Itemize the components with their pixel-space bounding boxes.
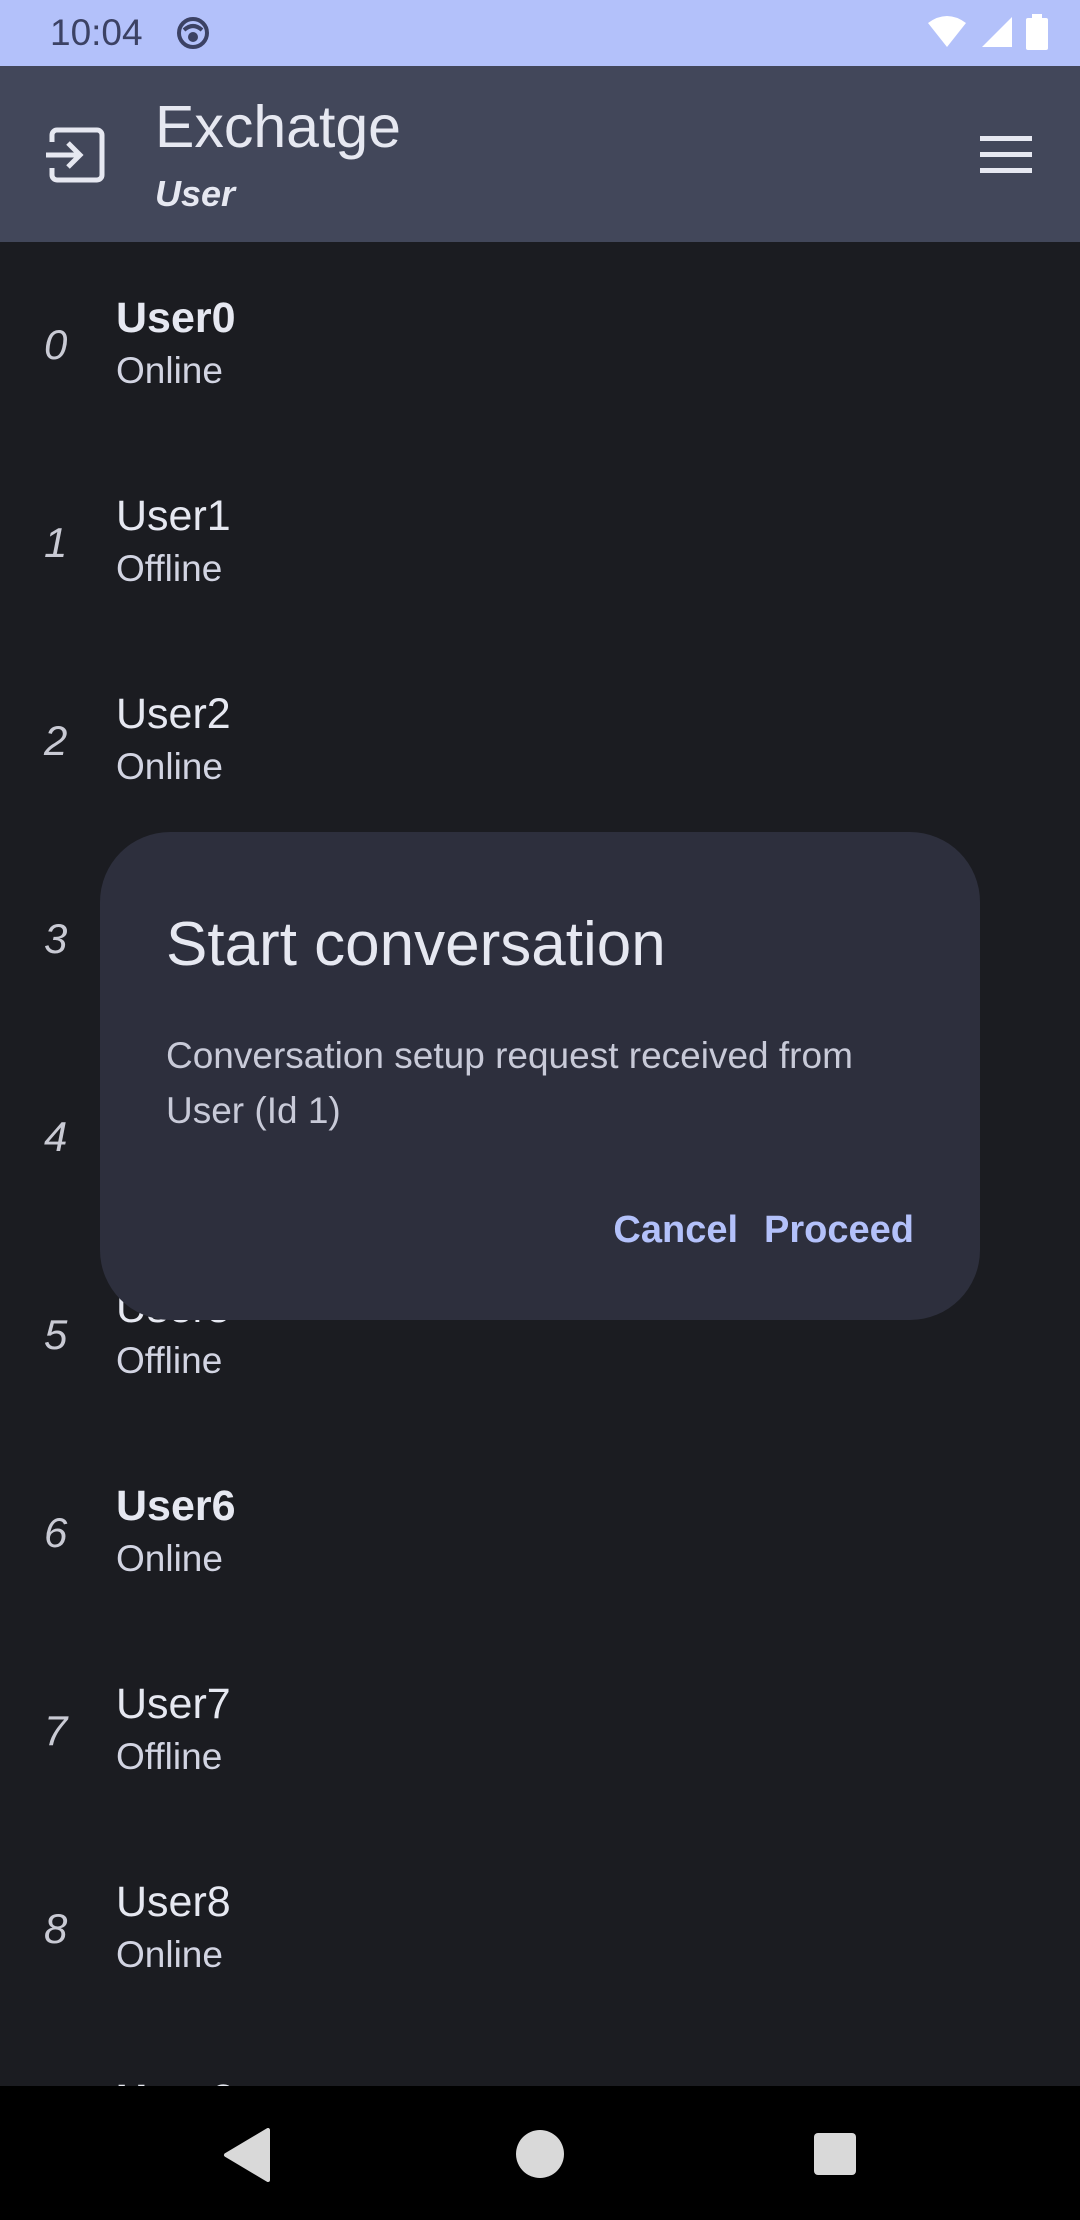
back-icon[interactable] (222, 2128, 272, 2182)
status-bar: 10:04 (0, 0, 1080, 66)
status-time: 10:04 (50, 12, 143, 53)
navigation-bar (0, 2086, 1080, 2220)
status-icons (926, 14, 1048, 50)
app-notification-icon (177, 17, 209, 49)
battery-icon (1026, 14, 1048, 50)
dialog-actions: Cancel Proceed (613, 1206, 914, 1254)
dialog-title: Start conversation (166, 910, 666, 979)
start-conversation-dialog: Start conversation Conversation setup re… (100, 832, 980, 1320)
cell-signal-icon (982, 17, 1012, 47)
home-icon[interactable] (515, 2129, 565, 2179)
wifi-icon (928, 16, 966, 47)
screen: 10:04 Exchatge User 0 User0 Online 1 Use… (0, 0, 1080, 2220)
cancel-button[interactable]: Cancel (613, 1206, 738, 1254)
proceed-button[interactable]: Proceed (764, 1206, 914, 1254)
recents-icon[interactable] (813, 2132, 857, 2176)
dialog-message: Conversation setup request received from… (166, 1035, 853, 1131)
